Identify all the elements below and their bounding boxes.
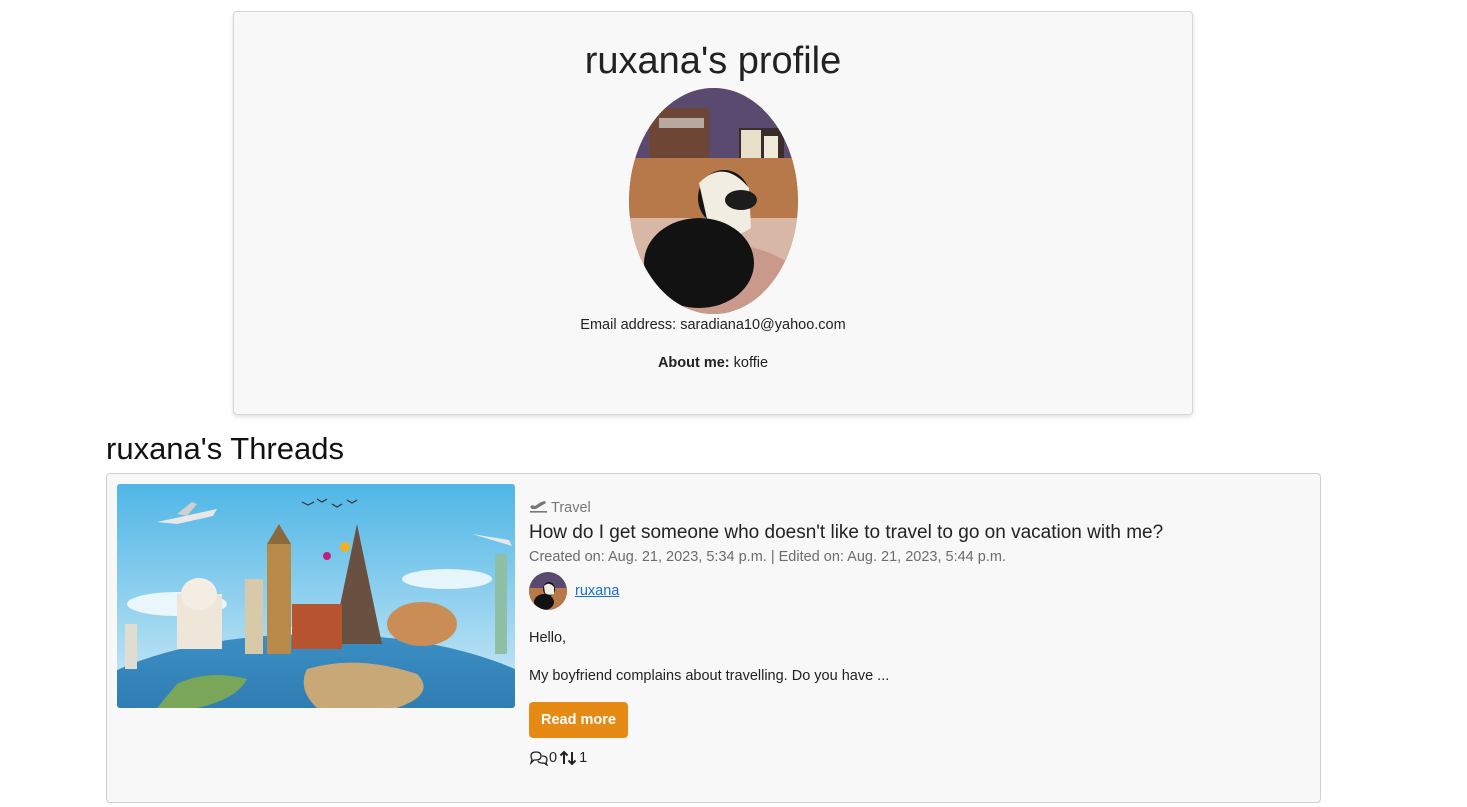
comments-icon — [529, 750, 549, 766]
thread-category[interactable]: Travel — [529, 498, 1300, 518]
thread-meta: Created on: Aug. 21, 2023, 5:34 p.m. | E… — [529, 549, 1006, 565]
votes-count: 1 — [579, 750, 588, 766]
author-row: ruxana — [529, 572, 1300, 610]
thread-excerpt-line: Hello, — [529, 630, 567, 646]
airplane-departure-icon — [529, 499, 548, 518]
profile-about: About me: koffie — [234, 355, 1192, 371]
comments-count: 0 — [549, 750, 558, 766]
author-avatar — [529, 572, 567, 610]
profile-card: ruxana's profile Email address: saradian… — [233, 11, 1193, 415]
profile-title: ruxana's profile — [584, 40, 842, 82]
thread-excerpt-line: My boyfriend complains about travelling.… — [529, 668, 890, 684]
threads-heading: ruxana's Threads — [106, 431, 344, 466]
profile-email: Email address: saradiana10@yahoo.com — [234, 317, 1192, 333]
read-more-button[interactable]: Read more — [529, 702, 628, 738]
votes-icon — [559, 750, 577, 766]
thread-stats: 0 1 — [529, 748, 1300, 768]
author-link[interactable]: ruxana — [575, 583, 619, 599]
about-value: koffie — [733, 355, 769, 371]
email-label: Email address: — [580, 317, 677, 333]
profile-avatar — [629, 88, 798, 314]
thread-title[interactable]: How do I get someone who doesn't like to… — [529, 520, 1300, 546]
thread-body: Travel How do I get someone who doesn't … — [529, 498, 1300, 768]
category-label: Travel — [551, 500, 591, 516]
thread-card: Travel How do I get someone who doesn't … — [106, 473, 1321, 803]
about-label: About me: — [657, 355, 730, 371]
thread-image[interactable] — [117, 484, 515, 708]
email-value: saradiana10@yahoo.com — [680, 317, 846, 333]
